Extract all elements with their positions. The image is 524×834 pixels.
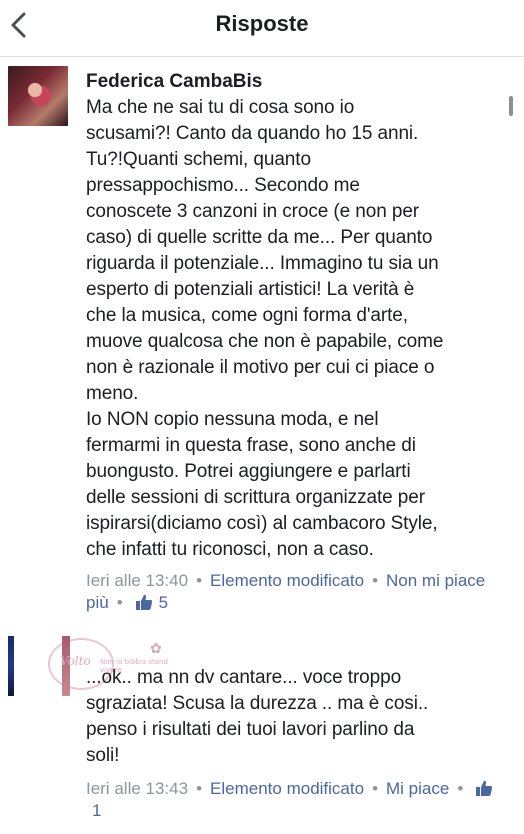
like-count[interactable]: 1 [92,801,101,820]
avatar-image [8,636,14,696]
comment-2: ...ok.. ma nn dv cantare... voce troppo … [86,665,496,822]
comment-text: Ma che ne sai tu di cosa sono io scusami… [86,97,444,560]
separator-dot: • [457,779,464,798]
edited-link[interactable]: Elemento modificato [210,571,364,590]
comment-author[interactable]: Federica CambaBis [86,70,496,94]
edited-link[interactable]: Elemento modificato [210,779,364,798]
avatar[interactable] [8,66,68,126]
comment-meta: Ieri alle 13:43 • Elemento modificato • Mi p… [86,778,496,822]
comment-1: Federica CambaBis Ma che ne sai tu di co… [86,70,496,614]
comment-text: ...ok.. ma nn dv cantare... voce troppo … [86,667,429,766]
like-button[interactable]: Mi piace [386,779,449,798]
separator-dot: • [196,571,203,590]
comment-time[interactable]: Ieri alle 13:40 [86,571,188,590]
page-title: Risposte [215,11,309,36]
separator-dot: • [372,571,379,590]
thumbs-up-icon [476,780,493,796]
separator-dot: • [116,593,123,612]
comment-time[interactable]: Ieri alle 13:43 [86,779,188,798]
top-bar: Risposte [0,0,524,57]
separator-dot: • [372,779,379,798]
comment-meta: Ieri alle 13:40 • Elemento modificato • Non … [86,570,496,614]
like-count[interactable]: 5 [159,593,168,612]
thumbs-up-icon [135,594,152,610]
watermark-icon: ✿ [150,640,162,656]
separator-dot: • [196,779,203,798]
scrollbar[interactable] [509,96,513,116]
